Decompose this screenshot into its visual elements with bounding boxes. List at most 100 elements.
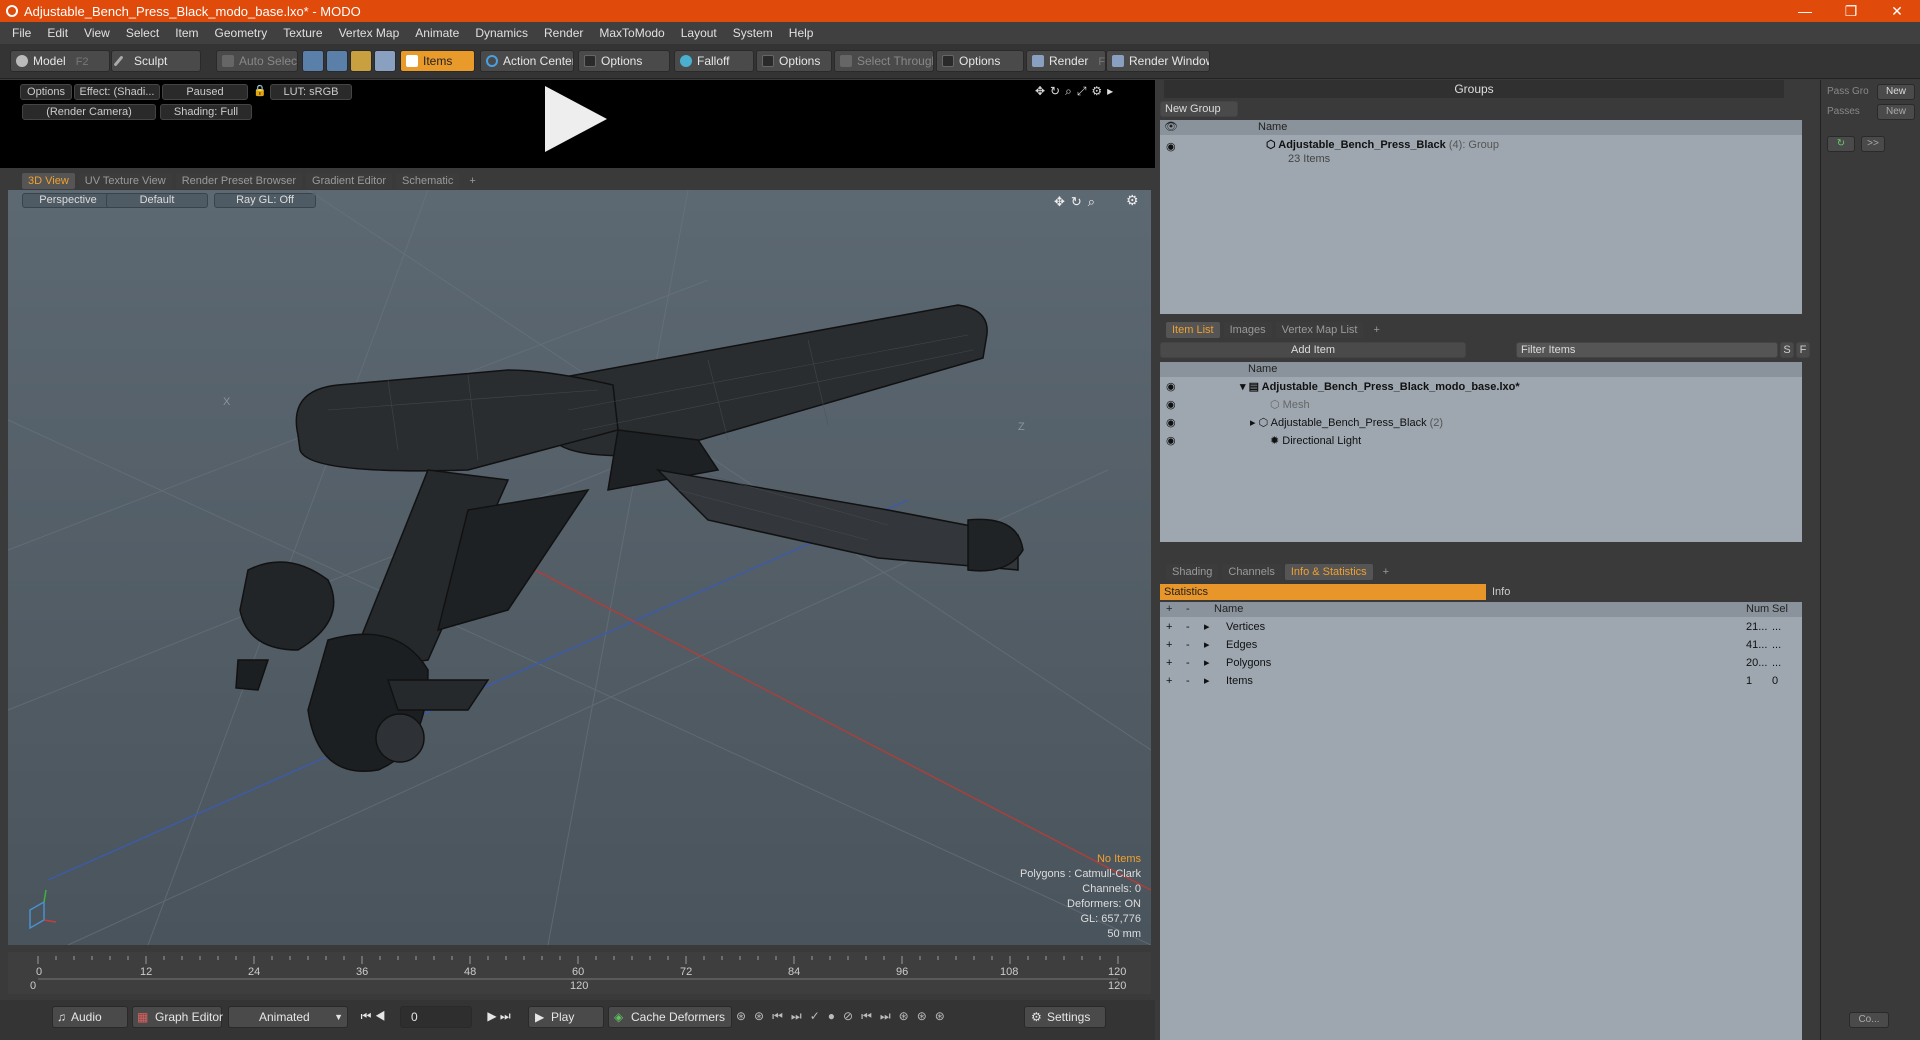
preview-nav-icons[interactable]: ✥↻⌕⤢⚙▸ (1035, 84, 1118, 99)
menu-texture[interactable]: Texture (275, 26, 330, 40)
info-tab[interactable]: Info (1488, 584, 1800, 600)
tab-item-list[interactable]: Item List (1166, 322, 1220, 338)
menu-view[interactable]: View (76, 26, 118, 40)
menu-select[interactable]: Select (118, 26, 167, 40)
f-button[interactable]: F (1796, 342, 1810, 358)
new-pass-group-button[interactable]: New (1877, 84, 1915, 100)
stat-row-vertices[interactable]: + - ▸ Vertices 21...... (1166, 618, 1796, 636)
edges-mode-icon[interactable] (326, 50, 348, 72)
render-window-button[interactable]: Render Window (1106, 50, 1210, 72)
tab-channels[interactable]: Channels (1222, 564, 1281, 580)
expand-icon[interactable]: >> (1861, 136, 1885, 152)
s-button[interactable]: S (1780, 342, 1794, 358)
preview-lut-dropdown[interactable]: LUT: sRGB (270, 84, 352, 100)
play-button[interactable]: ▶ Play (528, 1006, 604, 1028)
tab-schematic[interactable]: Schematic (396, 173, 460, 189)
filter-items-input[interactable]: Filter Items (1516, 342, 1778, 358)
select-through-button[interactable]: Select Through (834, 50, 934, 72)
stat-row-edges[interactable]: + - ▸ Edges 41...... (1166, 636, 1796, 654)
new-group-button[interactable]: New Group (1160, 101, 1238, 117)
stat-row-items[interactable]: + - ▸ Items 1 0 (1166, 672, 1796, 690)
new-pass-button[interactable]: New (1877, 104, 1915, 120)
falloff-options-button[interactable]: Options (756, 50, 832, 72)
eye-icon[interactable]: ◉ (1166, 378, 1176, 396)
falloff-button[interactable]: Falloff (674, 50, 754, 72)
key-tools-icons[interactable]: ⊛⊛⏮⏭✓●⊘⏮⏭⊛⊛⊛ (736, 1006, 1016, 1028)
minimize-button[interactable]: — (1782, 0, 1828, 22)
tab-3d-view[interactable]: 3D View (22, 173, 75, 189)
eye-icon[interactable]: ◉ (1166, 138, 1176, 156)
timeline[interactable]: 0 12 24 36 48 60 72 84 96 108 120 0 120 … (8, 952, 1151, 994)
scene-row[interactable]: ▾ ▤ Adjustable_Bench_Press_Black_modo_ba… (1240, 378, 1520, 396)
polygons-mode-icon[interactable] (350, 50, 372, 72)
graph-editor-button[interactable]: ▦ Graph Editor (132, 1006, 223, 1028)
tab-uv-texture-view[interactable]: UV Texture View (78, 173, 172, 189)
preview-options-button[interactable]: Options (20, 84, 72, 100)
eye-icon[interactable]: ◉ (1166, 414, 1176, 432)
auto-select-button[interactable]: Auto Select (216, 50, 298, 72)
audio-button[interactable]: ♫ Audio (52, 1006, 128, 1028)
tab-shading[interactable]: Shading (1166, 564, 1219, 580)
preview-effect-dropdown[interactable]: Effect: (Shadi... (74, 84, 160, 100)
lock-icon[interactable]: 🔒 (252, 84, 268, 100)
add-tab-button[interactable]: + (463, 173, 481, 189)
refresh-icon[interactable]: ↻ (1827, 136, 1855, 152)
groups-list[interactable]: Name 👁 ◉ ⬡ Adjustable_Bench_Press_Black (… (1160, 120, 1802, 314)
item-tree[interactable]: Name ◉ ◉ ◉ ◉ ▾ ▤ Adjustable_Bench_Press_… (1160, 362, 1802, 542)
eye-icon[interactable]: ◉ (1166, 432, 1176, 450)
menu-layout[interactable]: Layout (673, 26, 725, 40)
tab-gradient-editor[interactable]: Gradient Editor (306, 173, 392, 189)
preview-shading-dropdown[interactable]: Shading: Full (160, 104, 252, 120)
col-name-header: Name (1258, 121, 1288, 133)
model-button[interactable]: Model F2 (10, 50, 110, 72)
light-row[interactable]: ✹ Directional Light (1270, 432, 1361, 450)
animated-dropdown[interactable]: Animated ▼ (228, 1006, 348, 1028)
tab-images[interactable]: Images (1223, 322, 1272, 338)
menu-help[interactable]: Help (781, 26, 822, 40)
select-through-options-button[interactable]: Options (936, 50, 1024, 72)
add-item-button[interactable]: Add Item (1160, 342, 1466, 358)
menu-system[interactable]: System (725, 26, 781, 40)
preview-camera-dropdown[interactable]: (Render Camera) (22, 104, 156, 120)
tab-render-preset-browser[interactable]: Render Preset Browser (175, 173, 303, 189)
menu-vertex-map[interactable]: Vertex Map (331, 26, 408, 40)
co-button[interactable]: Co... (1849, 1012, 1889, 1028)
vertices-mode-icon[interactable] (302, 50, 324, 72)
channels-stat: Channels: 0 (1082, 883, 1141, 895)
settings-button[interactable]: ⚙ Settings (1024, 1006, 1106, 1028)
items-mode-button[interactable]: Items (400, 50, 475, 72)
tab-info-statistics[interactable]: Info & Statistics (1284, 564, 1373, 580)
current-frame-input[interactable]: 0 (400, 1006, 472, 1028)
maximize-button[interactable]: ❐ (1828, 0, 1874, 22)
preview-paused-button[interactable]: Paused (162, 84, 248, 100)
3d-viewport[interactable]: Perspective Default Ray GL: Off ✥↻⌕ ⚙ X … (8, 190, 1151, 945)
group-locator-row[interactable]: ▸ ⬡ Adjustable_Bench_Press_Black (2) (1250, 414, 1443, 432)
chevron-right-icon: ▸ (1204, 639, 1210, 651)
add-tab-button[interactable]: + (1367, 322, 1385, 338)
menu-animate[interactable]: Animate (407, 26, 467, 40)
mesh-row[interactable]: ⬡ Mesh (1270, 396, 1310, 414)
eye-icon[interactable]: ◉ (1166, 396, 1176, 414)
stat-row-polygons[interactable]: + - ▸ Polygons 20...... (1166, 654, 1796, 672)
action-center-button[interactable]: Action Center (480, 50, 574, 72)
menu-item[interactable]: Item (167, 26, 206, 40)
cache-deformers-button[interactable]: ◈ Cache Deformers (608, 1006, 732, 1028)
materials-mode-icon[interactable] (374, 50, 396, 72)
play-render-icon[interactable] (545, 86, 607, 152)
transport-end-icons[interactable]: ▶ ⏭ (476, 1006, 522, 1028)
action-center-options-button[interactable]: Options (578, 50, 670, 72)
add-tab-button[interactable]: + (1377, 564, 1395, 580)
menu-dynamics[interactable]: Dynamics (467, 26, 536, 40)
menu-file[interactable]: File (4, 26, 39, 40)
statistics-tab[interactable]: Statistics (1160, 584, 1486, 600)
transport-start-icons[interactable]: ⏮ ◀ (352, 1006, 394, 1028)
tab-vertex-map-list[interactable]: Vertex Map List (1275, 322, 1364, 338)
menu-edit[interactable]: Edit (39, 26, 76, 40)
sculpt-button[interactable]: Sculpt (111, 50, 201, 72)
menu-maxtomodo[interactable]: MaxToModo (591, 26, 672, 40)
statistics-table[interactable]: + - Name Num Sel + - ▸ Vertices 21...... + - ▸ Edge… (1160, 602, 1802, 1040)
close-button[interactable]: ✕ (1874, 0, 1920, 22)
menu-geometry[interactable]: Geometry (207, 26, 276, 40)
menu-render[interactable]: Render (536, 26, 591, 40)
render-button[interactable]: Render F9 (1026, 50, 1106, 72)
